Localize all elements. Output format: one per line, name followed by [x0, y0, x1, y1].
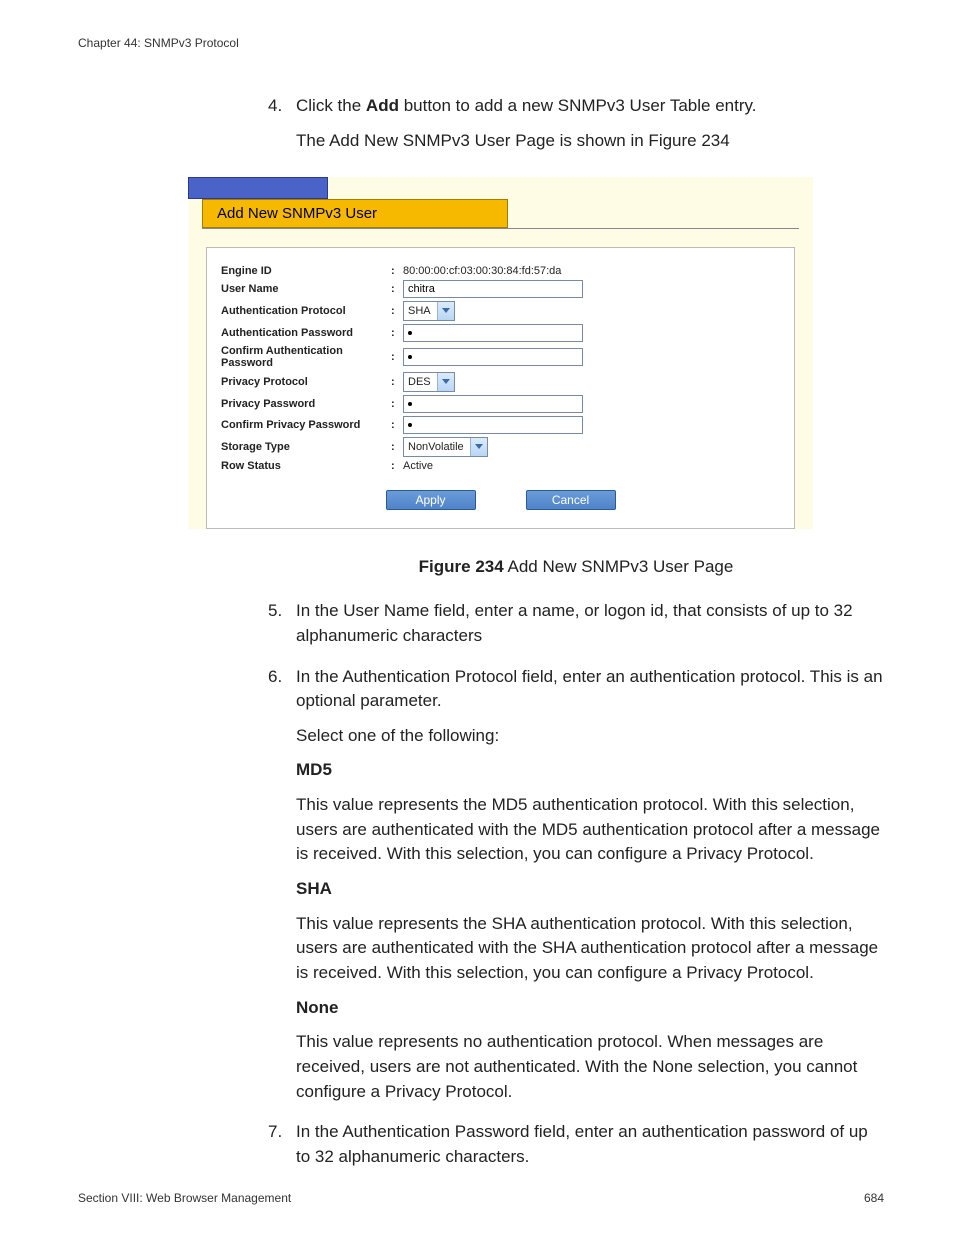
chevron-down-icon — [437, 302, 454, 320]
label-auth-password: Authentication Password — [221, 327, 391, 339]
step-6: 6. In the Authentication Protocol field,… — [268, 665, 884, 1115]
caption-bold: Figure 234 — [419, 557, 504, 576]
select-value: DES — [404, 373, 437, 391]
text: In the User Name field, enter a name, or… — [296, 599, 884, 648]
storage-type-select[interactable]: NonVolatile — [403, 437, 488, 457]
row-privacy-protocol: Privacy Protocol : DES — [221, 372, 780, 392]
option-text: This value represents the SHA authentica… — [296, 912, 884, 986]
colon: : — [391, 327, 403, 339]
step-5: 5. In the User Name field, enter a name,… — [268, 599, 884, 658]
step-body: In the User Name field, enter a name, or… — [296, 599, 884, 658]
step-number: 5. — [268, 599, 296, 658]
auth-password-input[interactable] — [403, 324, 583, 342]
row-user-name: User Name : — [221, 280, 780, 298]
figure-234: Add New SNMPv3 User Engine ID : 80:00:00… — [188, 177, 884, 529]
step-7: 7. In the Authentication Password field,… — [268, 1120, 884, 1179]
option-text: This value represents the MD5 authentica… — [296, 793, 884, 867]
confirm-auth-password-input[interactable] — [403, 348, 583, 366]
option-md5: MD5 This value represents the MD5 authen… — [296, 758, 884, 867]
option-title: MD5 — [296, 758, 884, 783]
footer-section: Section VIII: Web Browser Management — [78, 1191, 291, 1205]
label-user-name: User Name — [221, 283, 391, 295]
row-privacy-password: Privacy Password : — [221, 395, 780, 413]
separator — [202, 228, 799, 229]
option-title: SHA — [296, 877, 884, 902]
label-confirm-privacy-password: Confirm Privacy Password — [221, 419, 391, 431]
background-tab[interactable] — [188, 177, 328, 199]
label-row-status: Row Status — [221, 460, 391, 472]
colon: : — [391, 283, 403, 295]
text: button to add a new SNMPv3 User Table en… — [399, 96, 757, 115]
label-storage-type: Storage Type — [221, 441, 391, 453]
chevron-down-icon — [437, 373, 454, 391]
label-engine-id: Engine ID — [221, 265, 391, 277]
text: Click the — [296, 96, 366, 115]
privacy-protocol-select[interactable]: DES — [403, 372, 455, 392]
label-auth-protocol: Authentication Protocol — [221, 305, 391, 317]
colon: : — [391, 376, 403, 388]
user-name-input[interactable] — [403, 280, 583, 298]
text: In the Authentication Protocol field, en… — [296, 665, 884, 714]
colon: : — [391, 441, 403, 453]
label-confirm-auth-password: Confirm Authentication Password — [221, 345, 391, 369]
privacy-password-input[interactable] — [403, 395, 583, 413]
row-row-status: Row Status : Active — [221, 460, 780, 472]
step-number: 7. — [268, 1120, 296, 1179]
label-privacy-protocol: Privacy Protocol — [221, 376, 391, 388]
page: Chapter 44: SNMPv3 Protocol 4. Click the… — [0, 0, 954, 1235]
chapter-header: Chapter 44: SNMPv3 Protocol — [78, 36, 884, 50]
step-body: Click the Add button to add a new SNMPv3… — [296, 94, 884, 163]
option-sha: SHA This value represents the SHA authen… — [296, 877, 884, 986]
row-storage-type: Storage Type : NonVolatile — [221, 437, 780, 457]
colon: : — [391, 398, 403, 410]
label-privacy-password: Privacy Password — [221, 398, 391, 410]
add-bold: Add — [366, 96, 399, 115]
step-4: 4. Click the Add button to add a new SNM… — [268, 94, 884, 163]
value-engine-id: 80:00:00:cf:03:00:30:84:fd:57:da — [403, 265, 780, 277]
form-panel: Engine ID : 80:00:00:cf:03:00:30:84:fd:5… — [206, 247, 795, 529]
option-title: None — [296, 996, 884, 1021]
select-value: SHA — [404, 302, 437, 320]
footer-page-number: 684 — [864, 1191, 884, 1205]
row-auth-protocol: Authentication Protocol : SHA — [221, 301, 780, 321]
step-body: In the Authentication Protocol field, en… — [296, 665, 884, 1115]
value-row-status: Active — [403, 460, 780, 472]
step-number: 6. — [268, 665, 296, 1115]
text: In the Authentication Password field, en… — [296, 1120, 884, 1169]
button-row: Apply Cancel — [221, 490, 780, 510]
figure-caption: Figure 234 Add New SNMPv3 User Page — [268, 557, 884, 577]
colon: : — [391, 351, 403, 363]
text: Select one of the following: — [296, 724, 884, 749]
colon: : — [391, 265, 403, 277]
step-body: In the Authentication Password field, en… — [296, 1120, 884, 1179]
text: The Add New SNMPv3 User Page is shown in… — [296, 129, 884, 154]
colon: : — [391, 419, 403, 431]
tab-bar — [188, 177, 813, 199]
confirm-privacy-password-input[interactable] — [403, 416, 583, 434]
panel-title: Add New SNMPv3 User — [202, 199, 508, 228]
chevron-down-icon — [470, 438, 487, 456]
apply-button[interactable]: Apply — [386, 490, 476, 510]
select-value: NonVolatile — [404, 438, 470, 456]
auth-protocol-select[interactable]: SHA — [403, 301, 455, 321]
colon: : — [391, 460, 403, 472]
cancel-button[interactable]: Cancel — [526, 490, 616, 510]
colon: : — [391, 305, 403, 317]
caption-text: Add New SNMPv3 User Page — [504, 557, 734, 576]
row-confirm-auth-password: Confirm Authentication Password : — [221, 345, 780, 369]
row-auth-password: Authentication Password : — [221, 324, 780, 342]
row-engine-id: Engine ID : 80:00:00:cf:03:00:30:84:fd:5… — [221, 265, 780, 277]
snmp-panel: Add New SNMPv3 User Engine ID : 80:00:00… — [188, 177, 813, 529]
page-footer: Section VIII: Web Browser Management 684 — [78, 1191, 884, 1205]
step-number: 4. — [268, 94, 296, 163]
main-content: 4. Click the Add button to add a new SNM… — [268, 94, 884, 163]
option-none: None This value represents no authentica… — [296, 996, 884, 1105]
row-confirm-privacy-password: Confirm Privacy Password : — [221, 416, 780, 434]
option-text: This value represents no authentication … — [296, 1030, 884, 1104]
